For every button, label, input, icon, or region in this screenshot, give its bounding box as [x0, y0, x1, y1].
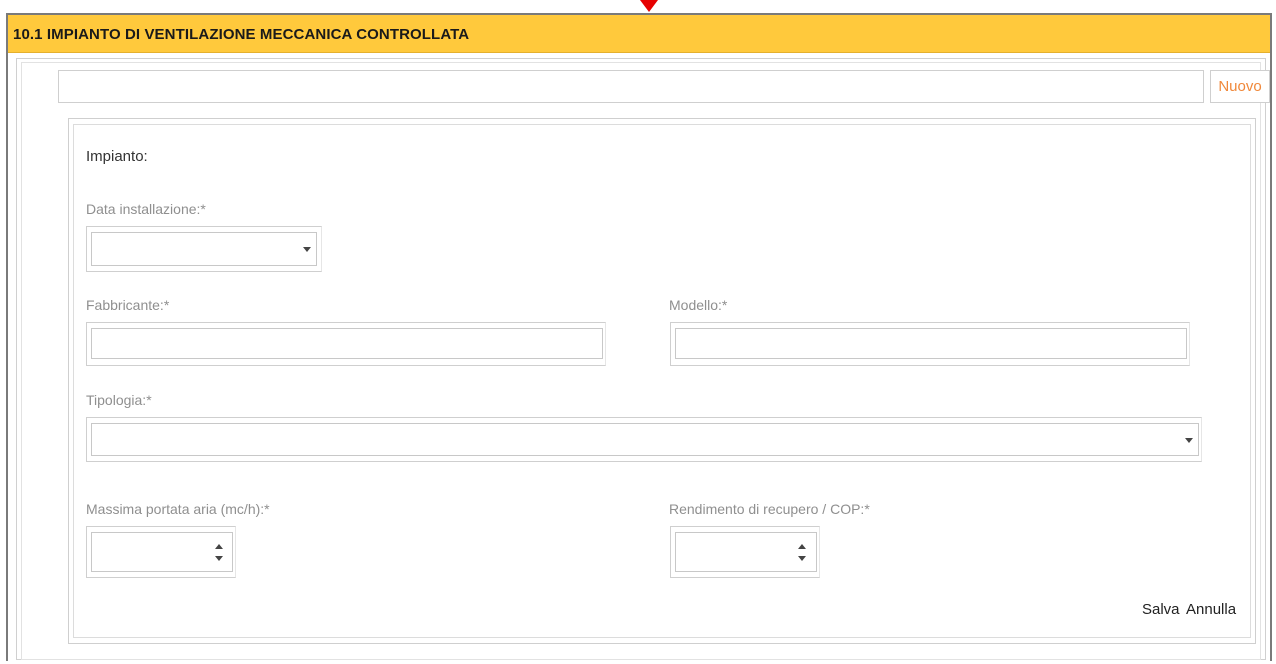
- rendimento-label: Rendimento di recupero / COP:*: [669, 501, 870, 517]
- arrow-marker-icon: [640, 0, 658, 12]
- chevron-down-icon: [1185, 438, 1193, 443]
- data-installazione-label: Data installazione:*: [86, 201, 206, 217]
- section-header-title: 10.1 IMPIANTO DI VENTILAZIONE MECCANICA …: [13, 26, 470, 43]
- form-frame-inner: [73, 124, 1251, 638]
- required-marker: *: [200, 201, 206, 217]
- data-installazione-label-text: Data installazione:: [86, 201, 201, 217]
- fabbricante-input[interactable]: [91, 328, 603, 359]
- impianto-selector-input[interactable]: [58, 70, 1204, 103]
- chevron-down-icon: [303, 247, 311, 252]
- tipologia-dropdown[interactable]: [91, 423, 1199, 456]
- data-installazione-dropdown[interactable]: [91, 232, 317, 266]
- modello-label-text: Modello:: [669, 297, 722, 313]
- modello-label: Modello:*: [669, 297, 727, 313]
- section-header: 10.1 IMPIANTO DI VENTILAZIONE MECCANICA …: [8, 15, 1270, 53]
- fabbricante-label-text: Fabbricante:: [86, 297, 164, 313]
- required-marker: *: [264, 501, 270, 517]
- modello-input[interactable]: [675, 328, 1187, 359]
- save-button[interactable]: Salva: [1142, 601, 1180, 618]
- spinner-down-icon[interactable]: [798, 556, 806, 561]
- massima-portata-label: Massima portata aria (mc/h):*: [86, 501, 270, 517]
- spinner-up-icon[interactable]: [215, 544, 223, 549]
- massima-portata-stepper[interactable]: [91, 532, 233, 572]
- required-marker: *: [721, 297, 728, 313]
- rendimento-stepper[interactable]: [675, 532, 817, 572]
- fabbricante-label: Fabbricante:*: [86, 297, 169, 313]
- tipologia-label: Tipologia:*: [86, 392, 152, 408]
- cancel-button[interactable]: Annulla: [1186, 601, 1236, 618]
- massima-portata-label-text: Massima portata aria (mc/h):: [86, 501, 265, 517]
- spinner-down-icon[interactable]: [215, 556, 223, 561]
- spinner-up-icon[interactable]: [798, 544, 806, 549]
- required-marker: *: [163, 297, 170, 313]
- required-marker: *: [864, 501, 870, 517]
- rendimento-label-text: Rendimento di recupero / COP:: [669, 501, 865, 517]
- form-section-title: Impianto:: [86, 148, 148, 165]
- new-button[interactable]: Nuovo: [1210, 70, 1270, 103]
- required-marker: *: [146, 392, 152, 408]
- tipologia-label-text: Tipologia:: [86, 392, 147, 408]
